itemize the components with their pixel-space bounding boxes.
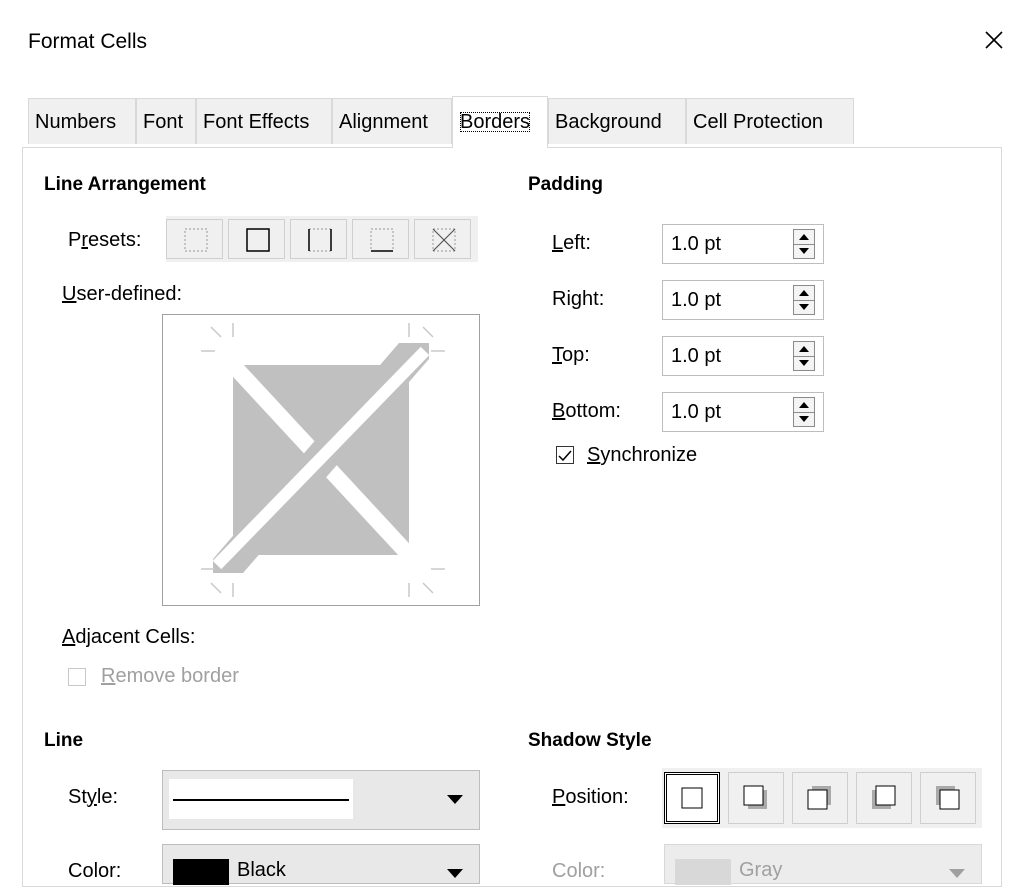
line-style-preview <box>169 779 353 819</box>
shadow-top-right-icon[interactable] <box>792 772 848 824</box>
user-defined-border-preview[interactable] <box>162 314 480 606</box>
adjacent-cells-label: Adjacent Cells: <box>62 626 196 648</box>
padding-bottom-label: Bottom: <box>552 400 621 422</box>
padding-bottom-spinner[interactable]: 1.0 pt <box>662 392 824 432</box>
padding-left-spinner[interactable]: 1.0 pt <box>662 224 824 264</box>
user-defined-label: User-defined: <box>62 283 183 305</box>
padding-top-value: 1.0 pt <box>671 345 722 367</box>
padding-bottom-value: 1.0 pt <box>671 401 722 423</box>
chevron-down-icon <box>447 869 463 878</box>
no-shadow-icon[interactable] <box>664 772 720 824</box>
synchronize-checkbox[interactable] <box>556 446 574 464</box>
padding-heading: Padding <box>528 174 603 195</box>
diagonal-border-icon[interactable] <box>414 219 471 259</box>
chevron-down-icon <box>447 795 463 804</box>
shadow-color-value: Gray <box>739 859 783 881</box>
remove-border-checkbox[interactable] <box>68 668 86 686</box>
padding-top-label: Top: <box>552 344 590 366</box>
check-icon <box>558 450 572 462</box>
tab-font-effects[interactable]: Font Effects <box>196 98 332 144</box>
synchronize-label: Synchronize <box>587 444 698 466</box>
tab-label: Numbers <box>35 111 117 133</box>
line-heading: Line <box>44 730 84 751</box>
presets-label: Presets: <box>68 229 142 251</box>
shadow-style-heading: Shadow Style <box>528 730 652 751</box>
tab-label: Font Effects <box>203 111 310 133</box>
outer-border-icon[interactable] <box>228 219 285 259</box>
color-swatch <box>675 859 731 885</box>
padding-right-spinner[interactable]: 1.0 pt <box>662 280 824 320</box>
spin-buttons[interactable] <box>793 285 815 315</box>
padding-right-label: Right: <box>552 288 605 310</box>
padding-top-spinner[interactable]: 1.0 pt <box>662 336 824 376</box>
line-style-dropdown[interactable] <box>162 770 480 830</box>
tab-label: Borders <box>460 111 531 133</box>
close-icon[interactable] <box>980 26 1008 54</box>
spin-buttons[interactable] <box>793 397 815 427</box>
tab-alignment[interactable]: Alignment <box>332 98 452 144</box>
shadow-color-label: Color: <box>552 860 606 882</box>
tab-label: Cell Protection <box>693 111 824 133</box>
shadow-color-dropdown[interactable]: Gray <box>664 844 982 885</box>
spin-buttons[interactable] <box>793 341 815 371</box>
top-bottom-border-icon[interactable] <box>352 219 409 259</box>
line-color-value: Black <box>237 859 286 881</box>
tab-cell-protection[interactable]: Cell Protection <box>686 98 854 144</box>
line-arrangement-heading: Line Arrangement <box>44 174 206 195</box>
color-swatch <box>173 859 229 885</box>
tab-background[interactable]: Background <box>548 98 686 144</box>
tab-font[interactable]: Font <box>136 98 196 144</box>
line-style-label: Style: <box>68 786 119 808</box>
shadow-bottom-left-icon[interactable] <box>856 772 912 824</box>
tab-label: Alignment <box>339 111 428 133</box>
tab-label: Background <box>555 111 662 133</box>
dialog-title: Format Cells <box>28 30 148 53</box>
no-borders-icon[interactable] <box>166 219 223 259</box>
left-right-border-icon[interactable] <box>290 219 347 259</box>
padding-left-label: Left: <box>552 232 591 254</box>
shadow-position-label: Position: <box>552 786 629 808</box>
presets-group <box>166 216 478 262</box>
spin-buttons[interactable] <box>793 229 815 259</box>
padding-left-value: 1.0 pt <box>671 233 722 255</box>
remove-border-label: Remove border <box>101 665 239 687</box>
chevron-down-icon <box>949 869 965 878</box>
line-color-label: Color: <box>68 860 122 882</box>
tab-borders[interactable]: Borders <box>452 96 548 148</box>
tab-numbers[interactable]: Numbers <box>28 98 136 144</box>
shadow-position-group <box>662 768 982 828</box>
line-color-dropdown[interactable]: Black <box>162 844 480 885</box>
tab-label: Font <box>143 111 184 133</box>
shadow-top-left-icon[interactable] <box>920 772 976 824</box>
shadow-bottom-right-icon[interactable] <box>728 772 784 824</box>
padding-right-value: 1.0 pt <box>671 289 722 311</box>
title-bar <box>0 0 1010 90</box>
